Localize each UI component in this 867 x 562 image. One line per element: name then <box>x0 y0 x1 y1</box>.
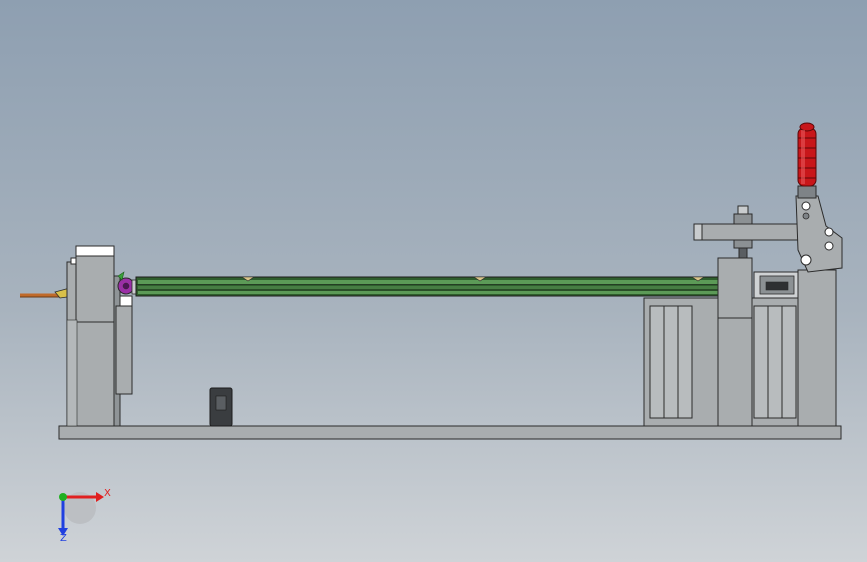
cad-viewport[interactable]: X Z <box>0 0 867 562</box>
center-stop-block[interactable] <box>209 387 233 427</box>
guide-rods[interactable] <box>135 276 719 297</box>
triad-x-label: X <box>104 488 111 499</box>
input-wire[interactable] <box>20 287 75 299</box>
base-plate[interactable] <box>58 425 842 440</box>
clamp-arm[interactable] <box>693 205 801 259</box>
triad-x-arrow <box>96 492 104 502</box>
triad-z-label: Z <box>60 533 67 544</box>
red-clamp-handle[interactable] <box>797 122 817 187</box>
triad-y-axis <box>59 493 67 501</box>
toggle-clamp-linkage[interactable] <box>795 185 843 273</box>
clamp-head[interactable] <box>753 271 799 299</box>
cad-scene[interactable]: X Z <box>0 0 867 562</box>
coordinate-triad: X Z <box>58 488 111 544</box>
